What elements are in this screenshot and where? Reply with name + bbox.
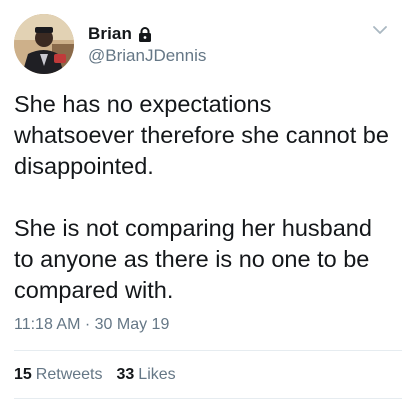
tweet-text: She has no expectations whatsoever there…: [14, 91, 389, 303]
likes-label: Likes: [138, 366, 176, 383]
retweets-stat[interactable]: 15 Retweets: [14, 366, 103, 384]
tweet-timestamp[interactable]: 11:18 AM · 30 May 19: [14, 316, 169, 334]
divider-top: [14, 350, 402, 351]
retweets-count: 15: [14, 366, 32, 383]
divider-bottom: [14, 398, 402, 399]
display-name[interactable]: Brian: [88, 24, 132, 44]
avatar[interactable]: [14, 14, 74, 74]
lock-icon: [138, 26, 151, 42]
tweet-card: Brian @BrianJDennis She has no expectati…: [0, 0, 402, 400]
engagement-stats: 15 Retweets 33 Likes: [14, 366, 190, 384]
likes-stat[interactable]: 33 Likes: [117, 366, 176, 384]
author-handle[interactable]: @BrianJDennis: [88, 46, 206, 66]
likes-count: 33: [116, 366, 135, 383]
avatar-photo-icon: [14, 14, 74, 74]
author-name-row: Brian: [88, 23, 152, 45]
chevron-down-icon[interactable]: [372, 24, 388, 36]
retweets-label: Retweets: [35, 366, 103, 383]
